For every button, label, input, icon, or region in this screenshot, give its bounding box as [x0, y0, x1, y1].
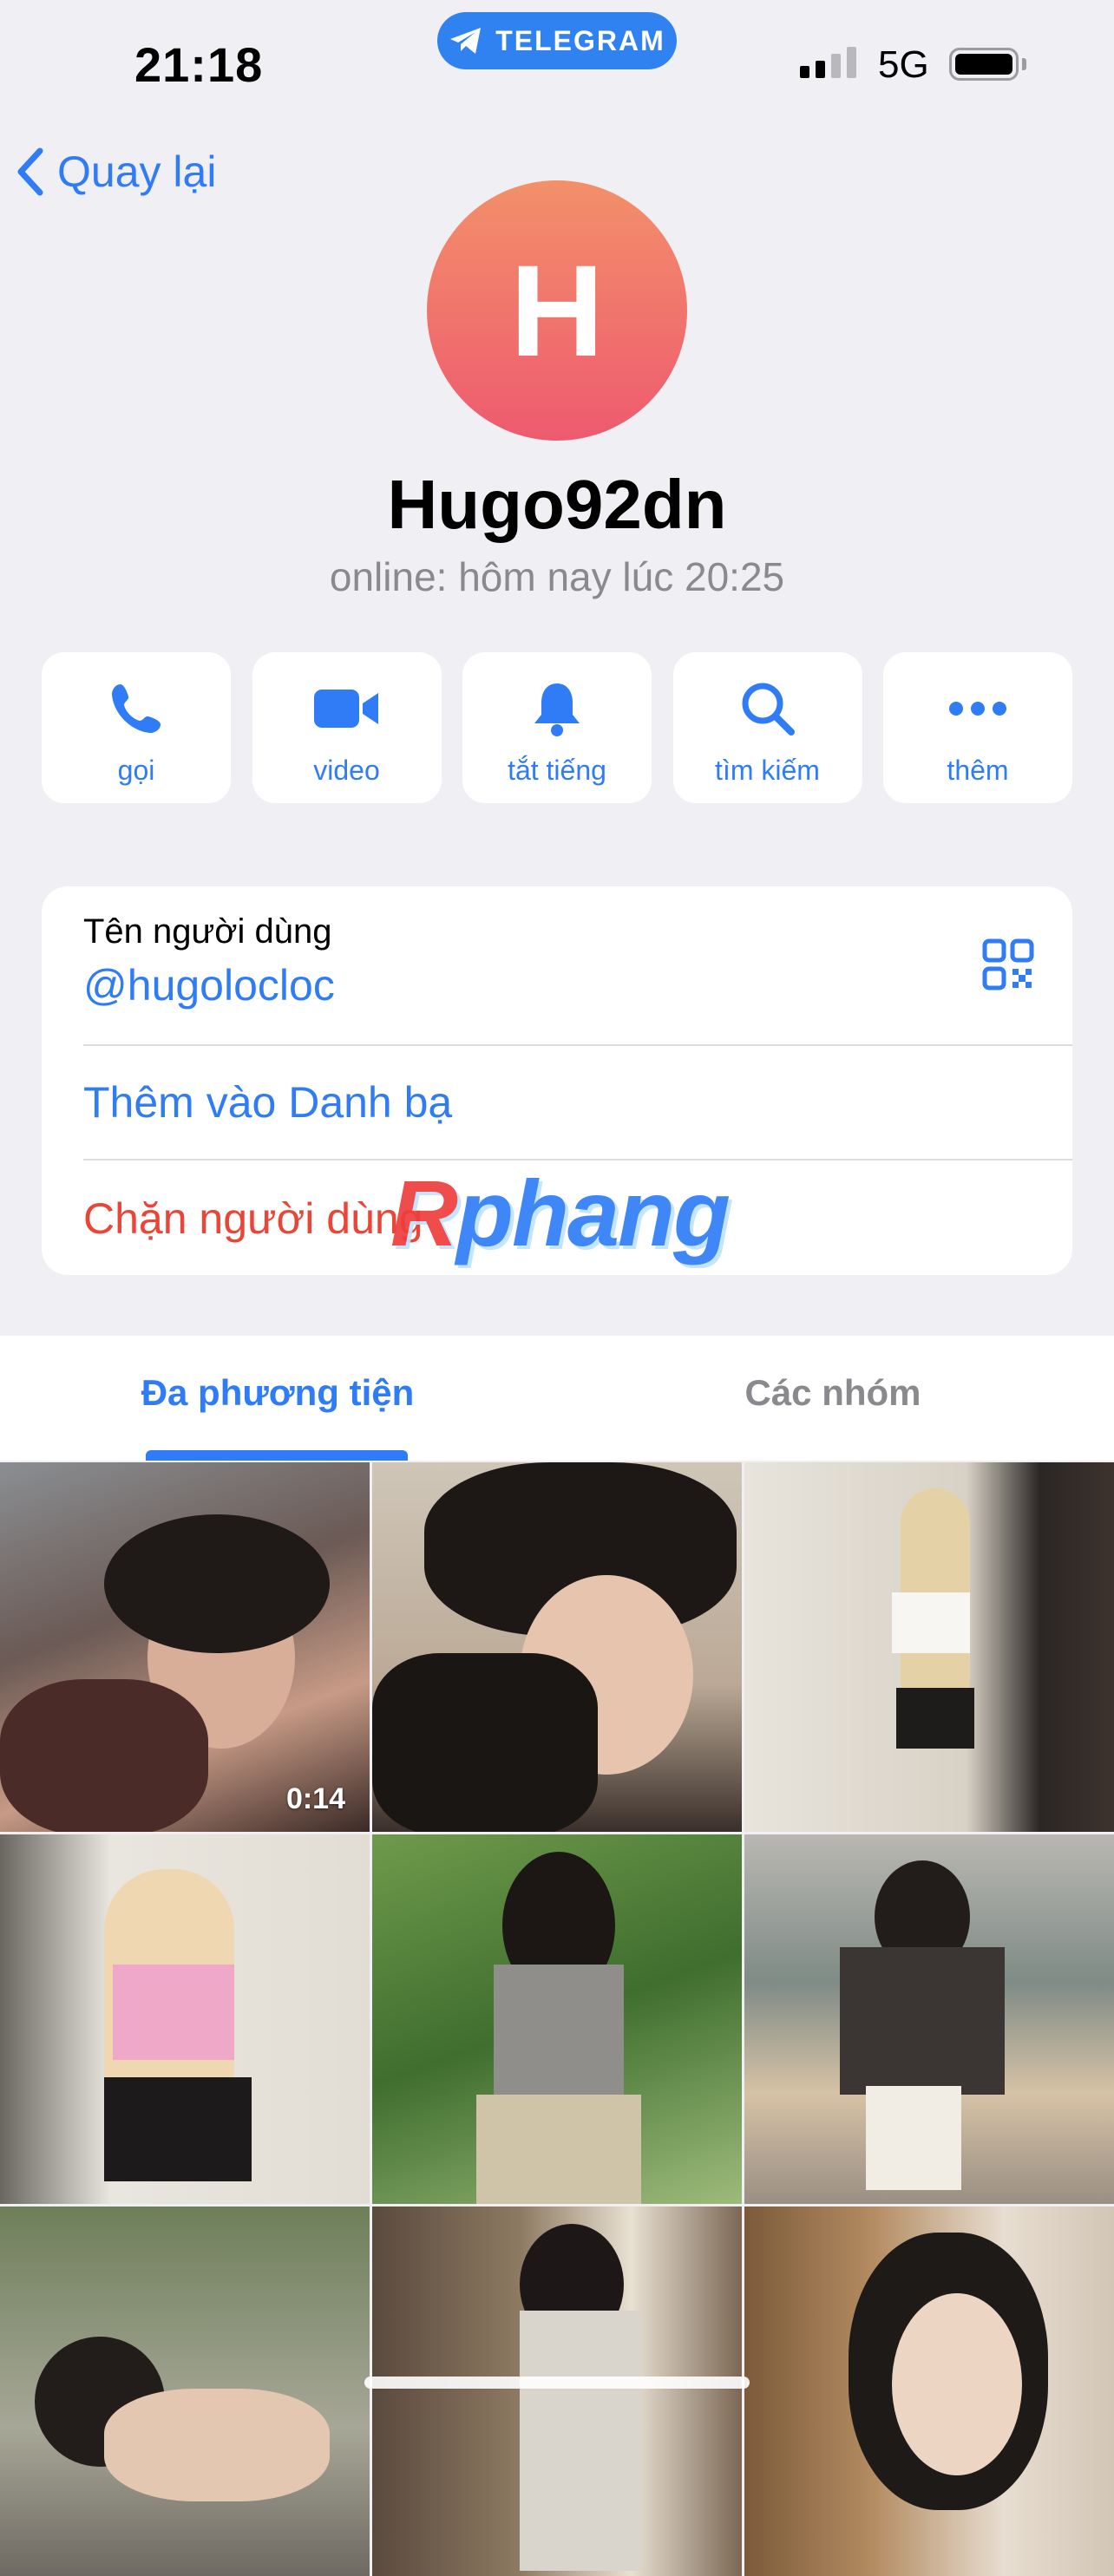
bell-icon [534, 683, 580, 736]
qr-code-button[interactable] [982, 938, 1034, 995]
username-value[interactable]: @hugolocloc [83, 960, 335, 1010]
mute-label: tắt tiếng [508, 755, 606, 786]
video-camera-icon [313, 690, 378, 728]
tab-groups[interactable]: Các nhóm [555, 1372, 1111, 1414]
more-button[interactable]: thêm [883, 652, 1072, 803]
qr-code-icon [982, 938, 1034, 991]
status-time: 21:18 [134, 37, 264, 92]
telegram-icon [450, 28, 482, 54]
media-thumbnail[interactable] [372, 1462, 742, 1832]
media-tabs: Đa phương tiện Các nhóm [0, 1336, 1114, 1461]
media-thumbnail[interactable] [744, 1834, 1114, 2204]
action-row: gọi video tắt tiếng tìm kiếm thêm [42, 652, 1072, 803]
battery-tip [1022, 58, 1026, 70]
more-label: thêm [947, 755, 1009, 786]
media-thumbnail[interactable] [744, 1462, 1114, 1832]
call-button[interactable]: gọi [42, 652, 231, 803]
watermark-logo: Rphang [390, 1161, 731, 1265]
media-thumbnail[interactable] [744, 2207, 1114, 2576]
tab-media[interactable]: Đa phương tiện [0, 1372, 555, 1414]
media-thumbnail[interactable] [0, 1834, 370, 2204]
search-label: tìm kiếm [715, 755, 820, 786]
more-icon [949, 702, 1006, 716]
chevron-left-icon [17, 147, 43, 196]
home-indicator [364, 2377, 750, 2389]
media-thumbnail[interactable] [372, 2207, 742, 2576]
media-grid: 0:14 [0, 1462, 1114, 2576]
call-label: gọi [117, 755, 155, 786]
media-thumbnail[interactable]: 0:14 [0, 1462, 370, 1832]
username-label: Tên người dùng [83, 912, 332, 951]
network-type: 5G [878, 43, 929, 86]
add-to-contacts-button[interactable]: Thêm vào Danh bạ [83, 1077, 452, 1128]
video-button[interactable]: video [252, 652, 442, 803]
battery-icon [949, 48, 1019, 81]
avatar[interactable]: H [427, 180, 687, 441]
signal-icon [800, 47, 856, 78]
divider [83, 1044, 1072, 1046]
media-thumbnail[interactable] [0, 2207, 370, 2576]
video-duration: 0:14 [285, 1782, 345, 1815]
block-user-button[interactable]: Chặn người dùng [83, 1193, 423, 1244]
media-thumbnail[interactable] [372, 1834, 742, 2204]
video-label: video [313, 755, 380, 786]
back-label: Quay lại [57, 147, 217, 196]
back-button[interactable]: Quay lại [16, 146, 216, 198]
last-seen-status: online: hôm nay lúc 20:25 [329, 554, 785, 599]
search-button[interactable]: tìm kiếm [672, 652, 862, 803]
telegram-pill[interactable]: TELEGRAM [437, 12, 677, 69]
phone-icon [112, 684, 161, 733]
mute-button[interactable]: tắt tiếng [462, 652, 652, 803]
telegram-pill-label: TELEGRAM [495, 24, 665, 56]
profile-name: Hugo92dn [387, 466, 727, 543]
tab-active-indicator [146, 1450, 408, 1461]
search-icon [742, 683, 795, 736]
username-row[interactable]: Tên người dùng @hugolocloc [83, 912, 335, 1010]
